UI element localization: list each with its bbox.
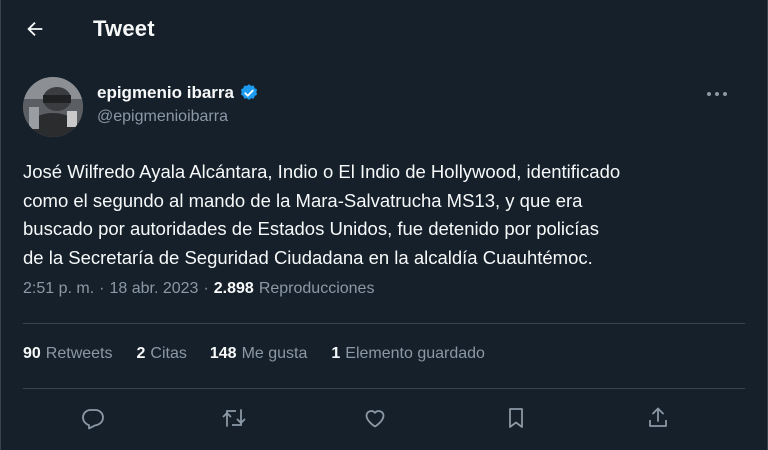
back-button[interactable] — [18, 12, 52, 46]
quotes-stat[interactable]: 2 Citas — [137, 345, 187, 363]
page-title: Tweet — [93, 16, 155, 41]
like-button[interactable] — [360, 403, 390, 433]
quotes-count: 2 — [136, 345, 146, 362]
retweets-stat[interactable]: 90 Retweets — [23, 345, 113, 363]
quotes-label: Citas — [150, 345, 187, 362]
more-dots-icon — [706, 91, 728, 97]
tweet-metadata: 2:51 p. m. · 18 abr. 2023 · 2.898 Reprod… — [23, 280, 374, 298]
likes-stat[interactable]: 148 Me gusta — [210, 345, 308, 363]
retweets-label: Retweets — [45, 345, 113, 362]
bookmark-button[interactable] — [501, 403, 531, 433]
column-border-left — [0, 0, 1, 450]
verified-badge-icon — [239, 83, 259, 103]
retweet-icon — [221, 406, 247, 430]
views-label: Reproducciones — [258, 280, 375, 297]
divider — [23, 323, 745, 324]
author-name-text: epigmenio ibarra — [97, 83, 234, 102]
share-icon — [646, 406, 670, 430]
tweet-time[interactable]: 2:51 p. m. — [23, 280, 94, 298]
arrow-left-icon — [24, 18, 46, 40]
bookmarks-stat[interactable]: 1 Elemento guardado — [331, 345, 485, 363]
more-options-button[interactable] — [700, 82, 734, 106]
author-handle[interactable]: @epigmenioibarra — [97, 108, 228, 126]
tweet-text: José Wilfredo Ayala Alcántara, Indio o E… — [23, 161, 621, 268]
tweet-date[interactable]: 18 abr. 2023 — [109, 280, 198, 298]
likes-label: Me gusta — [241, 345, 308, 362]
reply-button[interactable] — [78, 403, 108, 433]
tweet-page: Tweet epigmenio ibarra @epigmenioibarra — [0, 0, 768, 450]
bookmarks-count: 1 — [331, 345, 341, 362]
avatar[interactable] — [23, 77, 83, 137]
tweet-stats: 90 Retweets 2 Citas 148 Me gusta 1 Eleme… — [23, 345, 485, 363]
share-button[interactable] — [643, 403, 673, 433]
views-count: 2.898 — [213, 280, 254, 297]
bookmarks-label: Elemento guardado — [345, 345, 485, 362]
likes-count: 148 — [209, 345, 237, 362]
action-bar — [0, 400, 768, 436]
page-header: Tweet — [0, 0, 768, 60]
meta-separator: · — [99, 280, 105, 297]
author-name[interactable]: epigmenio ibarra — [97, 83, 259, 103]
meta-separator: · — [203, 280, 209, 297]
like-icon — [363, 406, 387, 430]
bookmark-icon — [505, 406, 527, 430]
divider — [23, 388, 745, 389]
retweets-count: 90 — [23, 345, 41, 362]
reply-icon — [81, 406, 105, 430]
retweet-button[interactable] — [219, 403, 249, 433]
